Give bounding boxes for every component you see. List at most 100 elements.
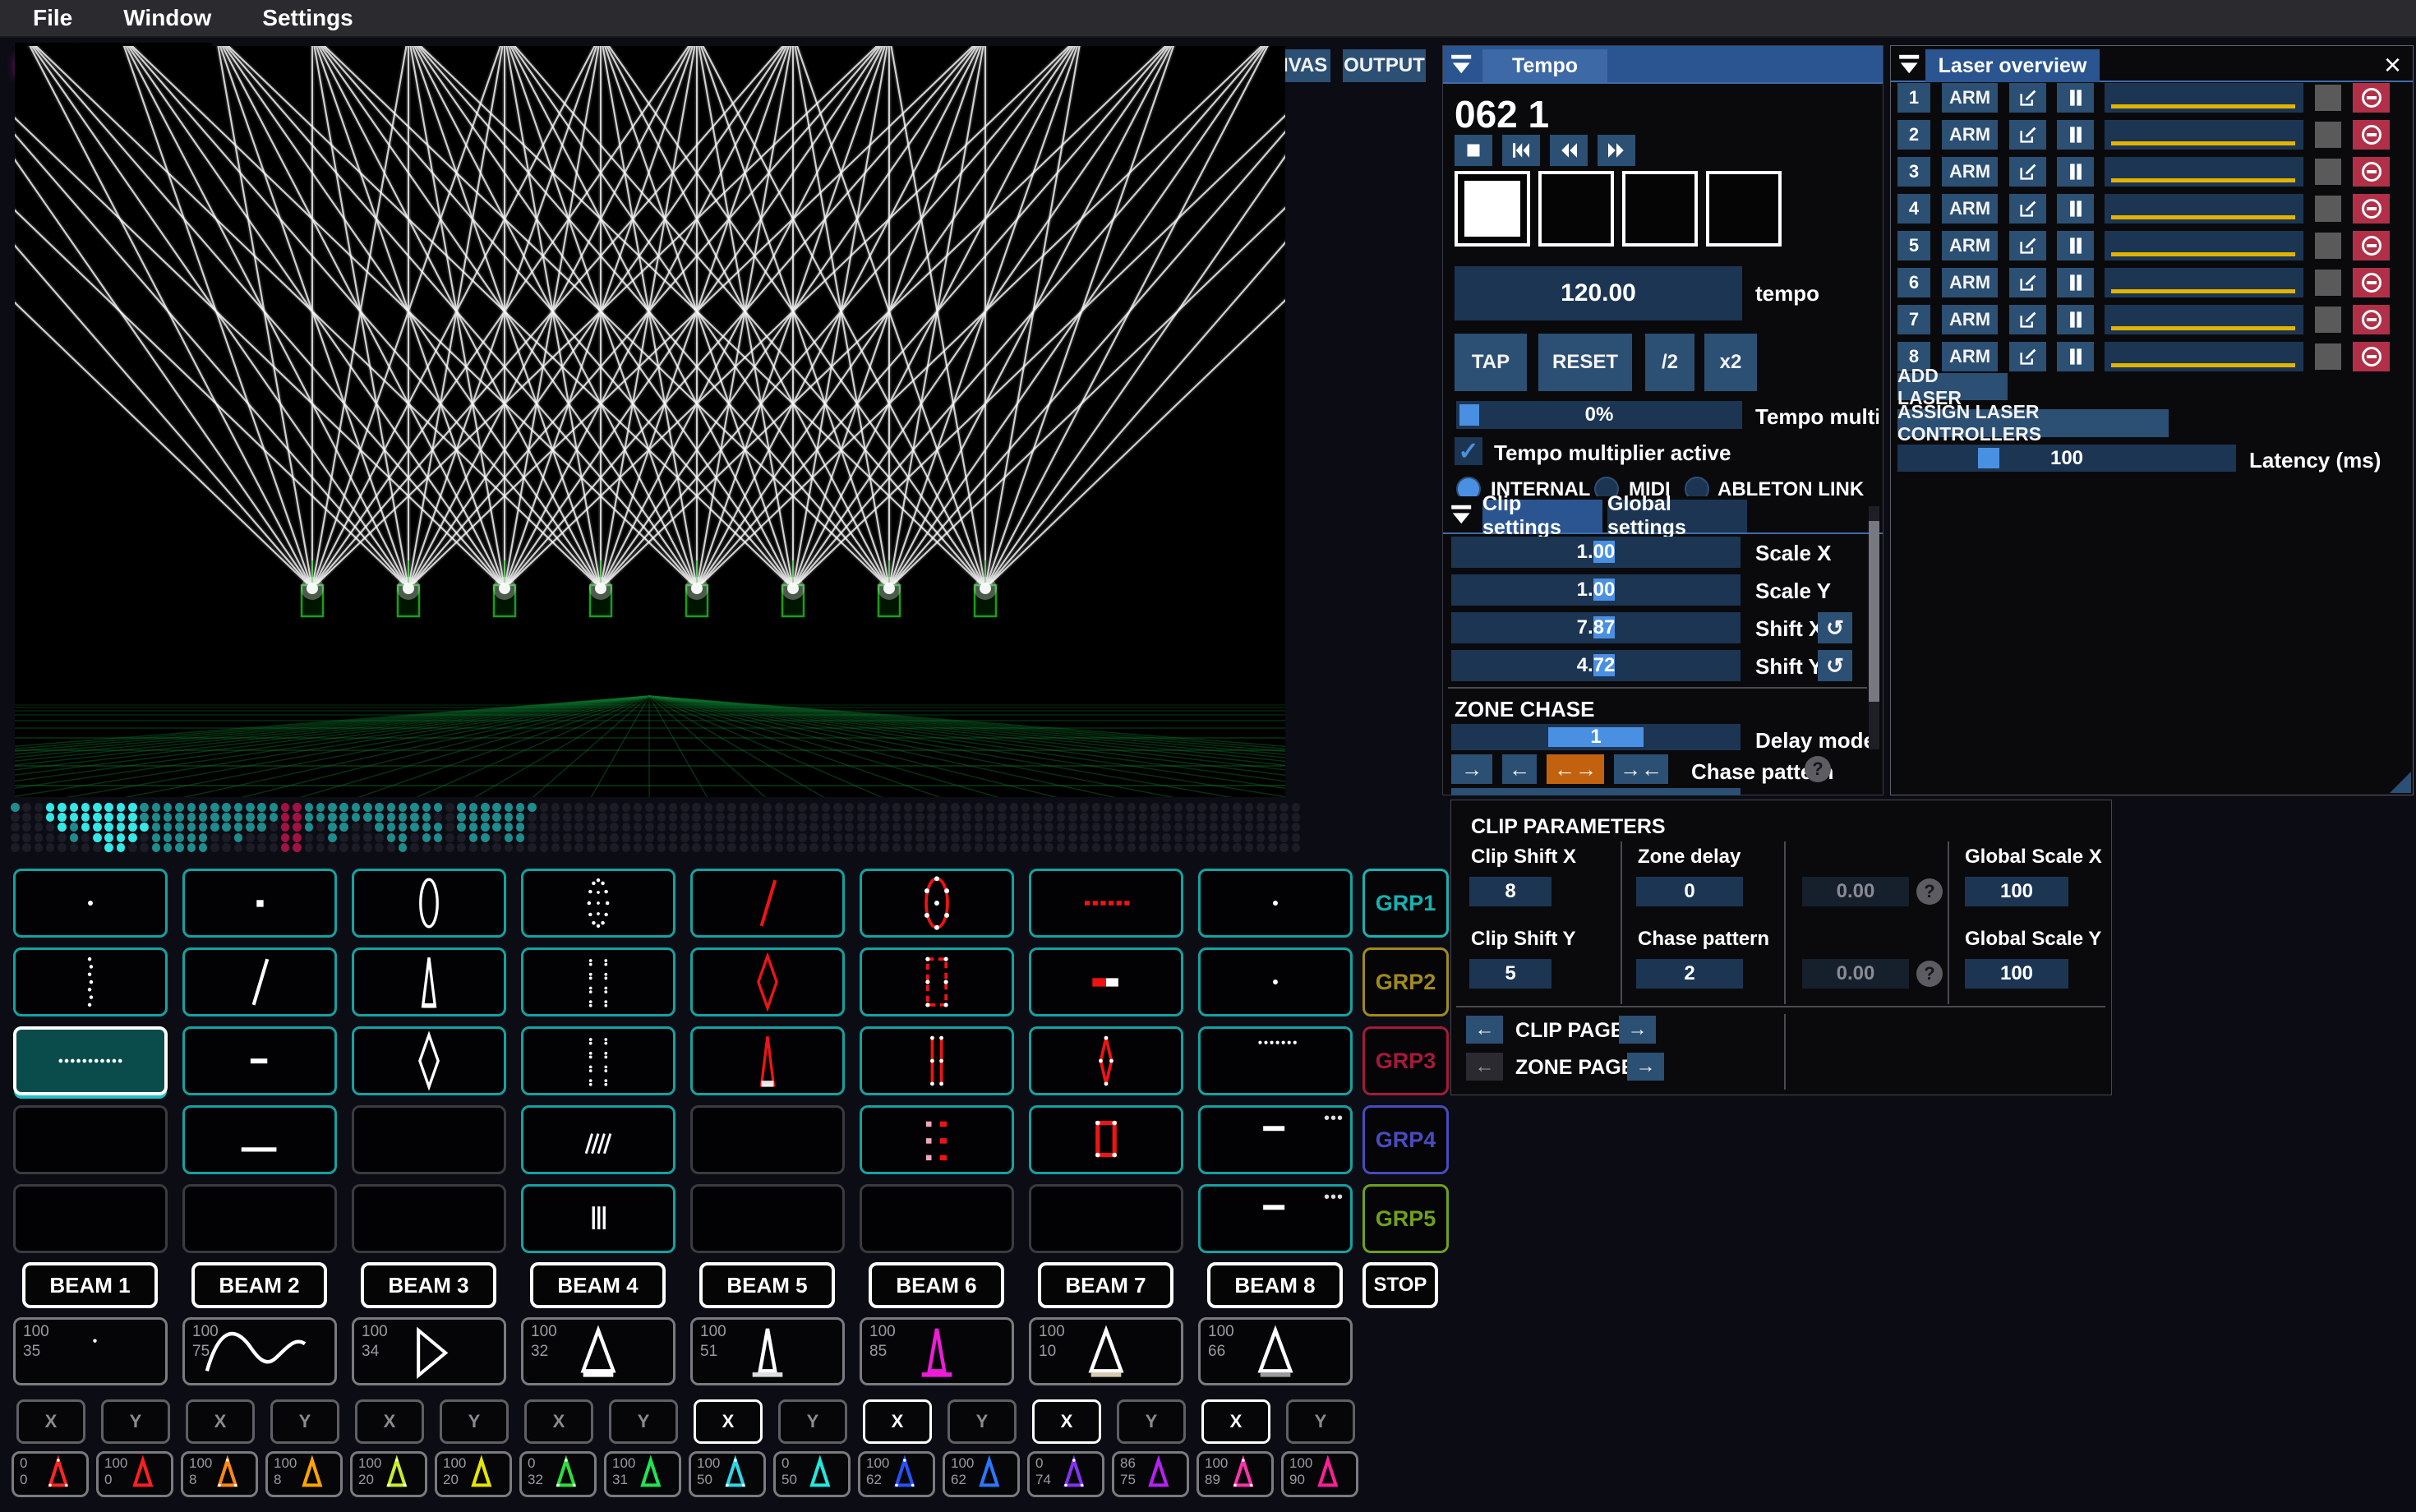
group-button-grp5[interactable]: GRP5 <box>1362 1184 1449 1253</box>
clip-cell[interactable] <box>860 869 1014 938</box>
palette-cell[interactable]: 00 <box>12 1451 89 1497</box>
panel-collapse-icon[interactable] <box>1448 51 1476 77</box>
clip-cell[interactable] <box>352 947 506 1016</box>
help-icon[interactable]: ? <box>1805 756 1831 782</box>
aux-field-top[interactable]: 0.00 <box>1802 877 1909 906</box>
wave-clip-cell[interactable]: 10035 <box>13 1317 168 1385</box>
clip-setting-field-scale-x[interactable]: 1.00 <box>1451 537 1741 568</box>
beam-button-2[interactable]: BEAM 2 <box>191 1262 327 1308</box>
3d-preview-canvas[interactable] <box>15 46 1285 797</box>
disable-laser-7-button[interactable] <box>2353 305 2390 334</box>
arm-laser-2-button[interactable]: ARM <box>1942 120 1998 150</box>
axis-toggle-x-5[interactable]: X <box>694 1399 763 1444</box>
zone-page-prev-button[interactable]: ← <box>1466 1053 1503 1081</box>
clip-cell[interactable] <box>1029 947 1183 1016</box>
more-options-icon[interactable]: ••• <box>1324 1109 1344 1128</box>
panel-collapse-icon[interactable] <box>1896 51 1924 77</box>
delay-mode-handle[interactable]: 1 <box>1548 727 1644 747</box>
beam-button-4[interactable]: BEAM 4 <box>530 1262 666 1308</box>
beam-button-1[interactable]: BEAM 1 <box>22 1262 158 1308</box>
palette-cell[interactable]: 10090 <box>1281 1451 1358 1497</box>
global-scale-y-field[interactable]: 100 <box>1965 959 2068 989</box>
disable-laser-6-button[interactable] <box>2353 268 2390 297</box>
clip-cell[interactable] <box>521 869 675 938</box>
disable-laser-2-button[interactable] <box>2353 120 2390 150</box>
pause-laser-4-button[interactable] <box>2057 194 2094 224</box>
clip-cell[interactable] <box>182 1105 337 1174</box>
reset-button[interactable]: RESET <box>1538 334 1632 391</box>
menu-item-file[interactable]: File <box>33 5 72 31</box>
skip-start-button[interactable] <box>1502 135 1540 166</box>
tap-button[interactable]: TAP <box>1455 334 1527 391</box>
clip-cell[interactable] <box>690 869 845 938</box>
tab-tempo[interactable]: Tempo <box>1482 49 1607 82</box>
clip-cell[interactable] <box>13 869 168 938</box>
arm-laser-6-button[interactable]: ARM <box>1942 268 1998 297</box>
pause-laser-2-button[interactable] <box>2057 120 2094 150</box>
laser-6-color-swatch[interactable] <box>2315 270 2341 296</box>
chase-pattern-field[interactable]: 2 <box>1636 959 1743 989</box>
chase-pattern-2[interactable]: ←→ <box>1547 754 1604 784</box>
disable-laser-1-button[interactable] <box>2353 83 2390 113</box>
axis-toggle-y-6[interactable]: Y <box>947 1399 1017 1444</box>
palette-cell[interactable]: 8675 <box>1112 1451 1189 1497</box>
clip-cell[interactable] <box>182 947 337 1016</box>
laser-8-color-swatch[interactable] <box>2315 343 2341 370</box>
clip-cell[interactable]: ••• <box>1198 1184 1353 1253</box>
axis-toggle-y-2[interactable]: Y <box>270 1399 339 1444</box>
arm-laser-3-button[interactable]: ARM <box>1942 157 1998 187</box>
clip-setting-field-scale-y[interactable]: 1.00 <box>1451 574 1741 606</box>
clip-cell[interactable] <box>13 1105 168 1174</box>
clip-shift-y-field[interactable]: 5 <box>1469 959 1551 989</box>
group-button-grp4[interactable]: GRP4 <box>1362 1105 1449 1174</box>
edit-laser-1-button[interactable] <box>2009 83 2046 113</box>
pause-laser-3-button[interactable] <box>2057 157 2094 187</box>
pause-laser-5-button[interactable] <box>2057 231 2094 260</box>
laser-7-color-swatch[interactable] <box>2315 307 2341 333</box>
global-scale-x-field[interactable]: 100 <box>1965 877 2068 906</box>
clip-cell[interactable] <box>352 869 506 938</box>
clip-cell[interactable] <box>352 1105 506 1174</box>
axis-toggle-x-2[interactable]: X <box>186 1399 255 1444</box>
clip-cell[interactable] <box>352 1184 506 1253</box>
rewind-button[interactable] <box>1550 135 1588 166</box>
chase-pattern-3[interactable]: →← <box>1614 754 1668 784</box>
axis-toggle-x-1[interactable]: X <box>16 1399 85 1444</box>
axis-toggle-y-3[interactable]: Y <box>440 1399 509 1444</box>
axis-toggle-x-3[interactable]: X <box>355 1399 424 1444</box>
output-view-button[interactable]: OUTPUT <box>1343 49 1426 82</box>
beam-button-7[interactable]: BEAM 7 <box>1038 1262 1173 1308</box>
group-button-grp2[interactable]: GRP2 <box>1362 947 1449 1016</box>
tab-clip-settings[interactable]: Clip settings <box>1482 500 1602 532</box>
arm-laser-1-button[interactable]: ARM <box>1942 83 1998 113</box>
clip-setting-field-shift-y[interactable]: 4.72 <box>1451 650 1741 681</box>
more-options-icon[interactable]: ••• <box>1324 1188 1344 1207</box>
wave-clip-cell[interactable]: 10075 <box>182 1317 337 1385</box>
zone-delay-field[interactable]: 0 <box>1636 877 1743 906</box>
laser-5-color-swatch[interactable] <box>2315 233 2341 259</box>
axis-toggle-y-8[interactable]: Y <box>1286 1399 1355 1444</box>
tempo-value-field[interactable]: 120.00 <box>1455 266 1742 320</box>
disable-laser-4-button[interactable] <box>2353 194 2390 224</box>
beam-button-5[interactable]: BEAM 5 <box>699 1262 835 1308</box>
axis-toggle-x-7[interactable]: X <box>1032 1399 1101 1444</box>
chase-pattern-0[interactable]: → <box>1451 754 1492 784</box>
clip-cell[interactable] <box>1029 869 1183 938</box>
clip-cell[interactable] <box>182 1184 337 1253</box>
pause-laser-8-button[interactable] <box>2057 342 2094 371</box>
edit-laser-3-button[interactable] <box>2009 157 2046 187</box>
clip-cell[interactable] <box>182 869 337 938</box>
assign-laser-controllers-button[interactable]: ASSIGN LASER CONTROLLERS <box>1897 409 2169 437</box>
laser-4-intensity-slider[interactable] <box>2105 194 2303 224</box>
palette-cell[interactable]: 1000 <box>96 1451 173 1497</box>
clip-cell[interactable] <box>352 1026 506 1095</box>
clip-page-next-button[interactable]: → <box>1619 1016 1656 1044</box>
edit-laser-6-button[interactable] <box>2009 268 2046 297</box>
tempo-double-button[interactable]: x2 <box>1704 334 1757 391</box>
clip-cell[interactable] <box>860 1184 1014 1253</box>
scrollbar-thumb[interactable] <box>1869 521 1879 702</box>
edit-laser-2-button[interactable] <box>2009 120 2046 150</box>
wave-clip-cell[interactable]: 10032 <box>521 1317 675 1385</box>
stop-button[interactable]: STOP <box>1362 1262 1438 1308</box>
wave-clip-cell[interactable]: 10051 <box>690 1317 845 1385</box>
